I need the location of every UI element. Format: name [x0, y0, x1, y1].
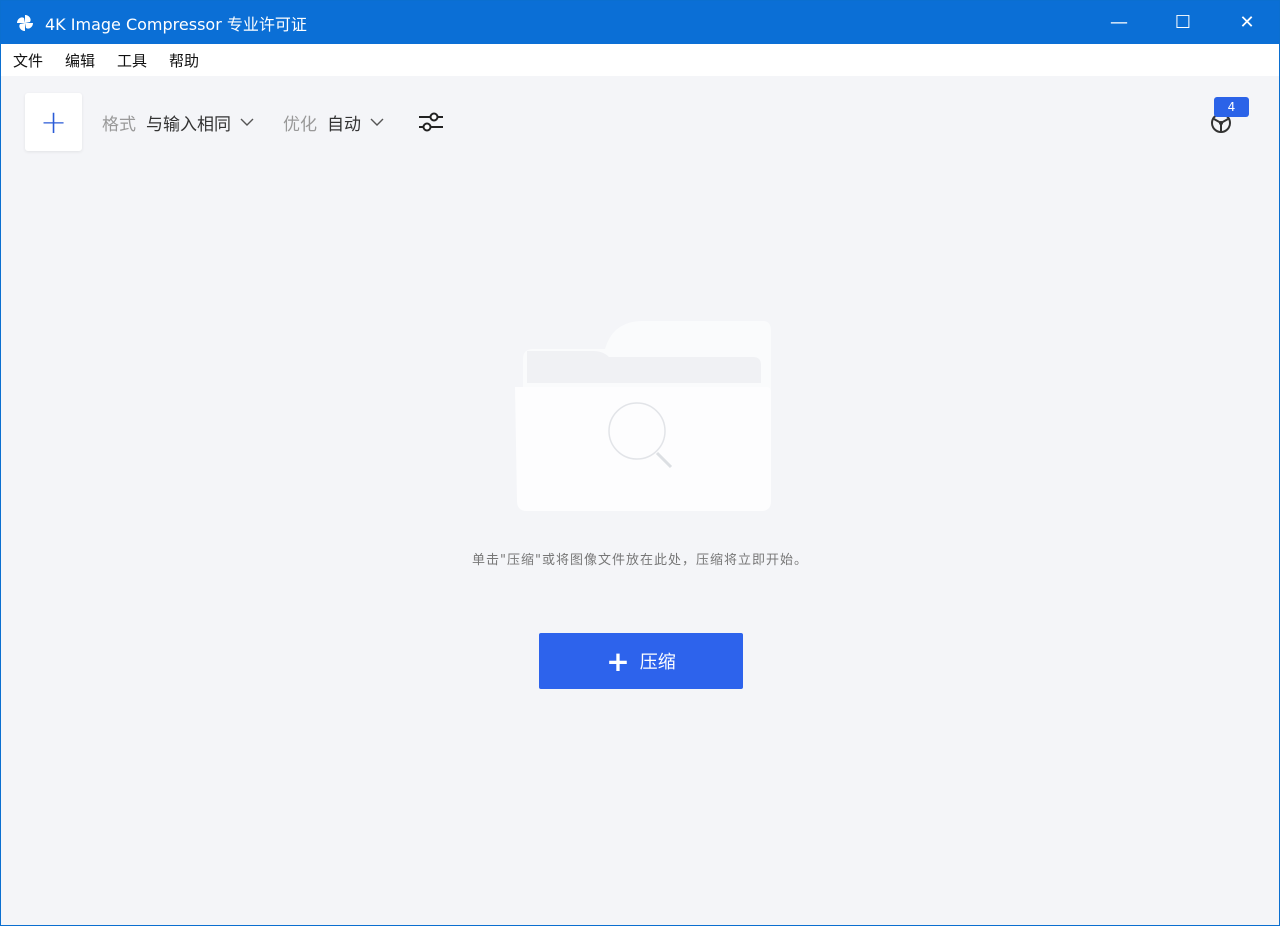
menu-bar: 文件 编辑 工具 帮助	[1, 44, 1279, 76]
optimize-label: 优化	[283, 114, 317, 135]
drop-hint: 单击"压缩"或将图像文件放在此处，压缩将立即开始。	[472, 553, 808, 568]
format-dropdown[interactable]: 格式 与输入相同	[102, 110, 255, 135]
chevron-down-icon	[240, 118, 254, 126]
plus-icon: +	[606, 644, 630, 678]
notification-badge: 4	[1214, 97, 1249, 117]
menu-help[interactable]: 帮助	[169, 50, 199, 71]
menu-edit[interactable]: 编辑	[65, 50, 95, 71]
maximize-button[interactable]: ☐	[1151, 1, 1215, 44]
compress-label: 压缩	[639, 652, 676, 673]
menu-file[interactable]: 文件	[13, 50, 43, 71]
app-logo-icon	[17, 14, 33, 31]
minimize-button[interactable]: —	[1087, 1, 1151, 44]
close-button[interactable]: ✕	[1215, 1, 1279, 44]
add-file-button[interactable]: +	[25, 93, 82, 151]
empty-folder-icon	[515, 321, 771, 511]
title-bar: 4K Image Compressor 专业许可证 — ☐ ✕	[1, 1, 1279, 44]
optimize-value: 自动	[327, 114, 361, 135]
menu-tools[interactable]: 工具	[117, 50, 147, 71]
settings-sliders-icon[interactable]	[417, 108, 445, 136]
window-title: 4K Image Compressor 专业许可证	[45, 14, 307, 34]
format-value: 与输入相同	[146, 114, 231, 135]
format-label: 格式	[102, 114, 136, 135]
toolbar: + 格式 与输入相同 优化 自动	[25, 93, 1279, 151]
optimize-dropdown[interactable]: 优化 自动	[283, 110, 385, 135]
notifications-button[interactable]: 4	[1209, 97, 1249, 137]
compress-button[interactable]: + 压缩	[539, 633, 743, 689]
chevron-down-icon	[370, 118, 384, 126]
